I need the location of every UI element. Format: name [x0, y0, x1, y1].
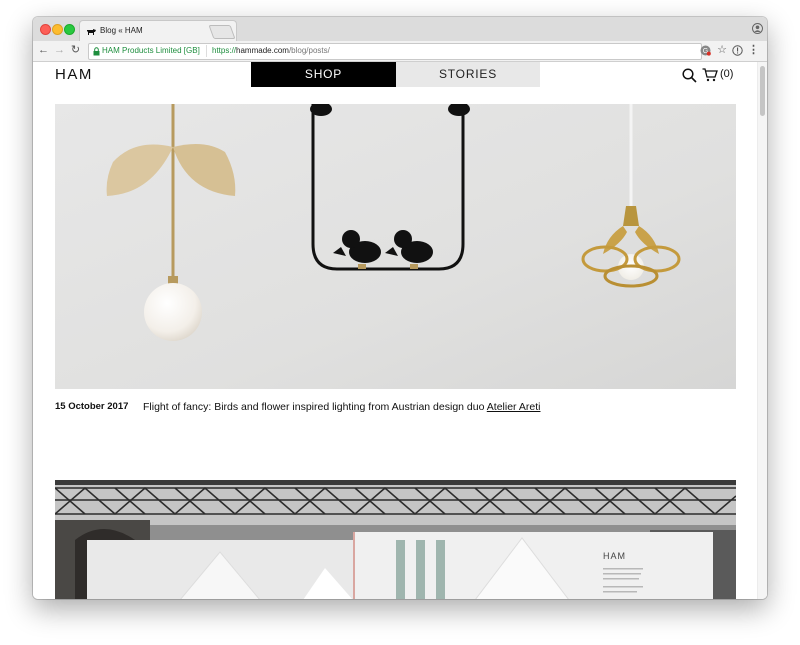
- profile-icon[interactable]: [752, 23, 763, 34]
- nav-shop-tab[interactable]: SHOP: [251, 62, 396, 87]
- nav-stories-tab[interactable]: STORIES: [396, 62, 540, 87]
- lock-icon: [93, 47, 100, 56]
- ham-favicon-icon: [87, 29, 96, 35]
- forward-button[interactable]: →: [53, 44, 66, 57]
- cart-count[interactable]: (0): [720, 68, 733, 80]
- browser-window: Blog « HAM × ← → ↻ HAM Products Limited …: [33, 17, 767, 599]
- url-text[interactable]: https://hammade.com/blog/posts/: [212, 46, 330, 55]
- page-viewport: HAM SHOP STORIES (0) 15 October 2017 Fli…: [33, 62, 767, 599]
- browser-toolbar: ← → ↻ HAM Products Limited [GB] https://…: [33, 41, 767, 62]
- maximize-window-button[interactable]: [64, 24, 75, 35]
- scrollbar-thumb[interactable]: [760, 66, 765, 116]
- cart-icon[interactable]: [702, 68, 718, 82]
- menu-icon[interactable]: ⋮: [748, 43, 759, 56]
- search-icon[interactable]: [682, 68, 697, 83]
- close-window-button[interactable]: [40, 24, 51, 35]
- info-icon[interactable]: [732, 45, 743, 56]
- post-title[interactable]: Flight of fancy: Birds and flower inspir…: [143, 400, 553, 415]
- reload-button[interactable]: ↻: [69, 44, 82, 57]
- new-tab-button[interactable]: [208, 25, 236, 39]
- post-hero-image[interactable]: [55, 104, 736, 389]
- minimize-window-button[interactable]: [52, 24, 63, 35]
- stand-sign-text: HAM: [603, 551, 626, 561]
- extension-icon[interactable]: G: [700, 45, 711, 56]
- page-scrollbar[interactable]: [757, 62, 767, 599]
- back-button[interactable]: ←: [37, 44, 50, 57]
- title-bar: Blog « HAM ×: [33, 17, 767, 43]
- post-date: 15 October 2017: [55, 401, 129, 412]
- secure-identity-label: HAM Products Limited [GB]: [102, 46, 200, 55]
- post-title-link[interactable]: Atelier Areti: [487, 401, 541, 413]
- url-separator: [206, 45, 207, 57]
- bookmark-star-icon[interactable]: ☆: [717, 43, 727, 56]
- second-post-hero-image[interactable]: HAM: [55, 480, 736, 599]
- tab-title: Blog « HAM: [100, 26, 143, 35]
- site-logo[interactable]: HAM: [55, 66, 93, 83]
- address-bar[interactable]: HAM Products Limited [GB] https://hammad…: [88, 43, 702, 60]
